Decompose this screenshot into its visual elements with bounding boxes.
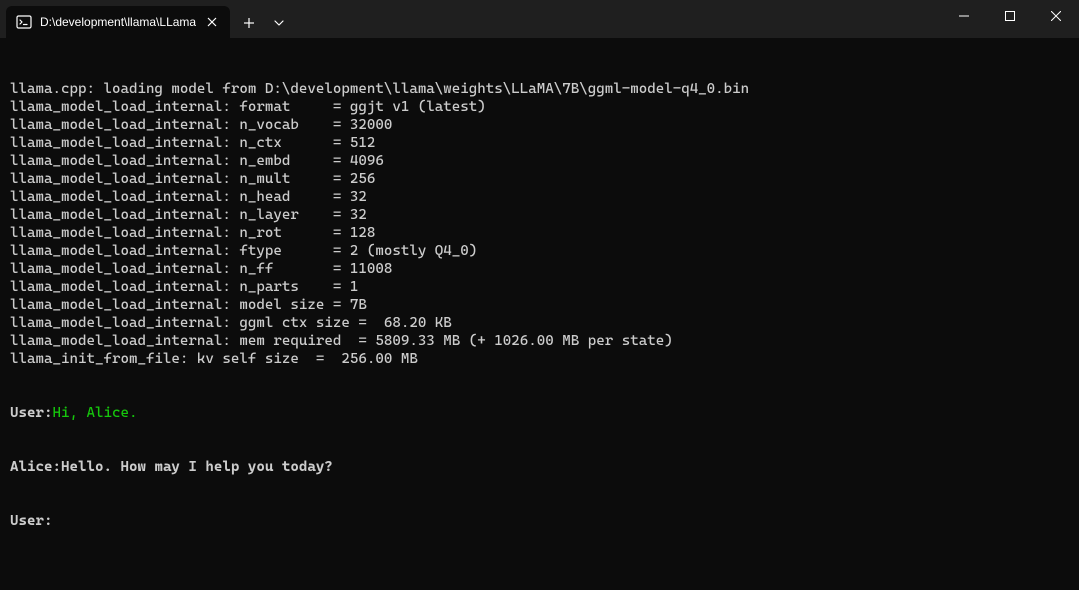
user-input-text: Hi, Alice. bbox=[52, 405, 137, 421]
log-line: llama_model_load_internal: mem required … bbox=[10, 332, 1069, 350]
user-label: User: bbox=[10, 405, 52, 421]
log-output: llama.cpp: loading model from D:\develop… bbox=[10, 80, 1069, 368]
alice-label: Alice: bbox=[10, 459, 61, 475]
terminal-icon bbox=[16, 14, 32, 30]
new-tab-button[interactable] bbox=[234, 8, 264, 38]
minimize-button[interactable] bbox=[941, 0, 987, 32]
window-controls bbox=[941, 0, 1079, 38]
log-line: llama_model_load_internal: n_rot = 128 bbox=[10, 224, 1069, 242]
close-window-button[interactable] bbox=[1033, 0, 1079, 32]
log-line: llama_model_load_internal: n_ff = 11008 bbox=[10, 260, 1069, 278]
log-line: llama_model_load_internal: n_embd = 4096 bbox=[10, 152, 1069, 170]
log-line: llama_model_load_internal: n_head = 32 bbox=[10, 188, 1069, 206]
chat-line-user2: User: bbox=[10, 512, 1069, 530]
log-line: llama_init_from_file: kv self size = 256… bbox=[10, 350, 1069, 368]
maximize-button[interactable] bbox=[987, 0, 1033, 32]
chat-line-user1: User:Hi, Alice. bbox=[10, 404, 1069, 422]
log-line: llama_model_load_internal: format = ggjt… bbox=[10, 98, 1069, 116]
log-line: llama_model_load_internal: n_ctx = 512 bbox=[10, 134, 1069, 152]
tabs-area: D:\development\llama\LLama bbox=[0, 0, 941, 38]
log-line: llama_model_load_internal: n_vocab = 320… bbox=[10, 116, 1069, 134]
log-line: llama_model_load_internal: n_parts = 1 bbox=[10, 278, 1069, 296]
log-line: llama_model_load_internal: model size = … bbox=[10, 296, 1069, 314]
tab-title: D:\development\llama\LLama bbox=[40, 15, 196, 29]
alice-response-text: Hello. How may I help you today? bbox=[61, 459, 333, 475]
tab-dropdown-button[interactable] bbox=[264, 8, 294, 38]
log-line: llama.cpp: loading model from D:\develop… bbox=[10, 80, 1069, 98]
log-line: llama_model_load_internal: ftype = 2 (mo… bbox=[10, 242, 1069, 260]
chat-line-alice1: Alice:Hello. How may I help you today? bbox=[10, 458, 1069, 476]
window-title-bar: D:\development\llama\LLama bbox=[0, 0, 1079, 38]
log-line: llama_model_load_internal: ggml ctx size… bbox=[10, 314, 1069, 332]
terminal-output[interactable]: llama.cpp: loading model from D:\develop… bbox=[0, 38, 1079, 554]
log-line: llama_model_load_internal: n_layer = 32 bbox=[10, 206, 1069, 224]
terminal-tab[interactable]: D:\development\llama\LLama bbox=[6, 6, 230, 38]
user-prompt-label: User: bbox=[10, 513, 52, 529]
tab-close-button[interactable] bbox=[204, 14, 220, 30]
log-line: llama_model_load_internal: n_mult = 256 bbox=[10, 170, 1069, 188]
